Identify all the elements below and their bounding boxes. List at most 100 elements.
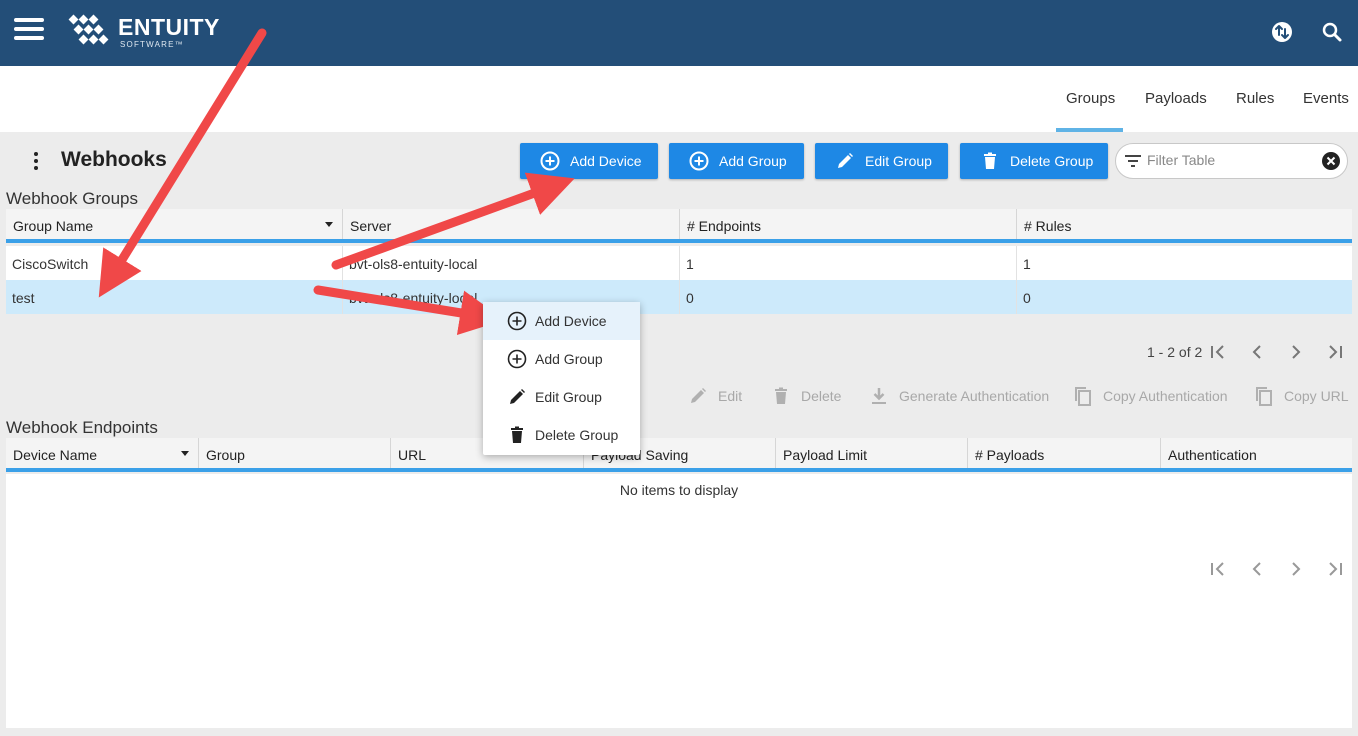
add-circle-icon (507, 311, 527, 331)
add-circle-icon (507, 349, 527, 369)
edit-endpoint-label: Edit (718, 388, 743, 404)
column-divider (342, 246, 343, 280)
filter-icon (1125, 155, 1141, 167)
add-device-button[interactable]: Add Device (520, 143, 658, 179)
add-circle-icon (689, 151, 709, 171)
cell-group-name: test (12, 290, 35, 306)
endpoints-table-header: Device Name Group URL Payload Saving Pay… (6, 438, 1352, 472)
column-divider (1016, 246, 1017, 280)
cell-rules: 0 (1023, 290, 1031, 306)
tab-groups[interactable]: Groups (1066, 90, 1115, 107)
context-add-group-label: Add Group (535, 351, 603, 367)
column-group[interactable]: Group (206, 447, 245, 463)
prev-page-icon[interactable] (1247, 559, 1267, 579)
context-edit-group[interactable]: Edit Group (483, 378, 640, 416)
filter-table-field (1115, 143, 1348, 179)
tab-payloads[interactable]: Payloads (1145, 90, 1207, 107)
add-circle-icon (540, 151, 560, 171)
copy-authentication-button[interactable]: Copy Authentication (1073, 384, 1228, 408)
app-header: ENTUITY SOFTWARE™ (0, 0, 1358, 66)
copy-url-label: Copy URL (1284, 388, 1349, 404)
last-page-icon[interactable] (1325, 342, 1345, 362)
copy-url-button[interactable]: Copy URL (1254, 384, 1349, 408)
copy-icon (1256, 387, 1272, 406)
column-url[interactable]: URL (398, 447, 426, 463)
page-title: Webhooks (61, 148, 167, 171)
sort-desc-icon[interactable] (324, 222, 334, 228)
clear-filter-icon[interactable] (1321, 151, 1341, 171)
nav-tabs: Groups Payloads Rules Events (0, 66, 1358, 132)
first-page-icon[interactable] (1208, 559, 1228, 579)
sort-desc-icon[interactable] (180, 451, 190, 457)
edit-group-label: Edit Group (865, 153, 932, 169)
table-row[interactable]: CiscoSwitch bvt-ols8-entuity-local 1 1 (6, 246, 1352, 280)
context-delete-group[interactable]: Delete Group (483, 416, 640, 454)
delete-endpoint-button[interactable]: Delete (771, 384, 841, 408)
context-add-device[interactable]: Add Device (483, 302, 640, 340)
column-rules[interactable]: # Rules (1024, 218, 1071, 234)
edit-endpoint-button[interactable]: Edit (688, 384, 742, 408)
column-device-name[interactable]: Device Name (13, 447, 97, 463)
empty-message: No items to display (619, 482, 739, 498)
column-divider (679, 209, 680, 239)
column-authentication[interactable]: Authentication (1168, 447, 1257, 463)
trash-icon (984, 152, 996, 169)
menu-icon[interactable] (14, 18, 44, 40)
column-divider (390, 438, 391, 468)
cell-endpoints: 1 (686, 256, 694, 272)
more-options-icon[interactable] (32, 152, 40, 170)
column-divider (967, 438, 968, 468)
tab-events[interactable]: Events (1303, 90, 1349, 107)
column-endpoints[interactable]: # Endpoints (687, 218, 761, 234)
filter-table-input[interactable] (1147, 152, 1317, 168)
pencil-icon (510, 389, 525, 404)
prev-page-icon[interactable] (1247, 342, 1267, 362)
column-divider (1016, 280, 1017, 314)
groups-table-header: Group Name Server # Endpoints # Rules (6, 209, 1352, 243)
generate-authentication-label: Generate Authentication (899, 388, 1050, 404)
tab-rules[interactable]: Rules (1236, 90, 1274, 107)
sync-icon[interactable] (1270, 20, 1294, 44)
trash-icon (511, 426, 523, 443)
search-icon[interactable] (1320, 20, 1344, 44)
context-edit-group-label: Edit Group (535, 389, 602, 405)
column-server[interactable]: Server (350, 218, 391, 234)
add-group-button[interactable]: Add Group (669, 143, 804, 179)
column-payload-limit[interactable]: Payload Limit (783, 447, 867, 463)
column-group-name[interactable]: Group Name (13, 218, 93, 234)
context-add-group[interactable]: Add Group (483, 340, 640, 378)
trash-icon (775, 387, 787, 404)
table-row-selected[interactable]: test bvt-ols8-entuity-local 0 0 (6, 280, 1352, 314)
brand-sub: SOFTWARE™ (120, 40, 184, 49)
column-divider (342, 280, 343, 314)
context-delete-group-label: Delete Group (535, 427, 619, 443)
generate-authentication-button[interactable]: Generate Authentication (869, 384, 1049, 408)
column-divider (342, 209, 343, 239)
edit-group-button[interactable]: Edit Group (815, 143, 948, 179)
pencil-icon (838, 153, 853, 168)
column-divider (1016, 209, 1017, 239)
context-menu: Add Device Add Group Edit Group Delete G… (483, 302, 640, 455)
delete-group-button[interactable]: Delete Group (960, 143, 1108, 179)
column-payloads[interactable]: # Payloads (975, 447, 1044, 463)
column-divider (1160, 438, 1161, 468)
cell-endpoints: 0 (686, 290, 694, 306)
first-page-icon[interactable] (1208, 342, 1228, 362)
copy-authentication-label: Copy Authentication (1103, 388, 1228, 404)
cell-group-name: CiscoSwitch (12, 256, 89, 272)
add-device-label: Add Device (570, 153, 642, 169)
column-divider (198, 438, 199, 468)
pencil-icon (691, 388, 706, 403)
last-page-icon[interactable] (1325, 559, 1345, 579)
cell-server: bvt-ols8-entuity-local (349, 290, 478, 306)
entuity-logo-icon (68, 14, 109, 45)
next-page-icon[interactable] (1286, 342, 1306, 362)
column-divider (679, 246, 680, 280)
groups-pager-info: 1 - 2 of 2 (1147, 344, 1203, 360)
delete-group-label: Delete Group (1010, 153, 1094, 169)
column-divider (775, 438, 776, 468)
copy-icon (1075, 387, 1091, 406)
context-add-device-label: Add Device (535, 313, 607, 329)
cell-server: bvt-ols8-entuity-local (349, 256, 478, 272)
next-page-icon[interactable] (1286, 559, 1306, 579)
